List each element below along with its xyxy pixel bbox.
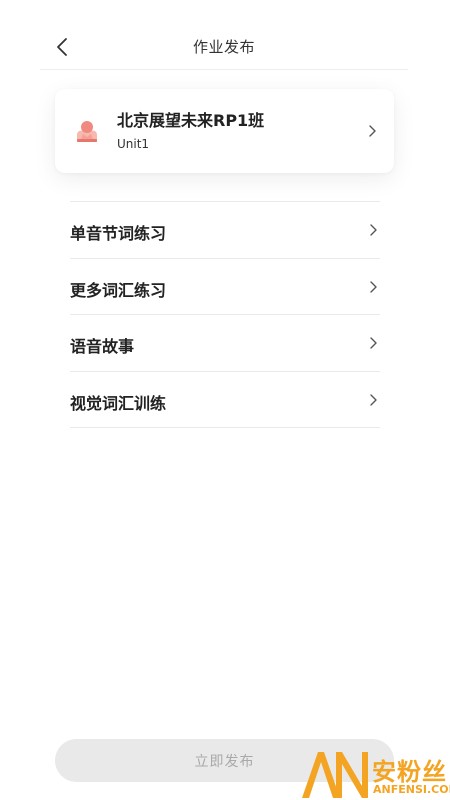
class-selector-card[interactable]: 北京展望未来RP1班 Unit1 [55,89,394,173]
chevron-right-icon [370,224,377,236]
page-title: 作业发布 [192,38,255,56]
class-unit: Unit1 [117,137,150,151]
list-item-label: 视觉词汇训练 [70,393,167,413]
watermark: 安粉丝 ANFENSI.COM [300,748,450,800]
exercise-type-list: 单音节词练习 更多词汇练习 语音故事 视觉词汇训练 [70,201,380,428]
watermark-text-en: ANFENSI.COM [373,783,450,796]
list-item-sight-words[interactable]: 视觉词汇训练 [70,372,380,428]
chevron-right-icon [370,393,377,406]
class-name: 北京展望未来RP1班 [117,111,265,130]
class-avatar-icon [77,121,97,142]
nav-header: 作业发布 [40,0,408,70]
watermark-logo-icon [302,752,368,798]
list-item-phonics-story[interactable]: 语音故事 [70,315,380,372]
list-item-label: 语音故事 [70,337,135,356]
list-item-label: 更多词汇练习 [70,280,167,300]
chevron-right-icon [370,280,377,293]
chevron-right-icon [370,337,377,349]
chevron-right-icon [369,125,376,137]
list-item-more-vocabulary[interactable]: 更多词汇练习 [70,259,380,315]
list-item-single-syllable[interactable]: 单音节词练习 [70,202,380,259]
list-item-label: 单音节词练习 [70,224,167,243]
watermark-text-cn: 安粉丝 [372,758,447,786]
homework-publish-screen: 作业发布 北京展望未来RP1班 Unit1 单音节词练习 更多词汇练习 语音故事… [0,0,450,800]
